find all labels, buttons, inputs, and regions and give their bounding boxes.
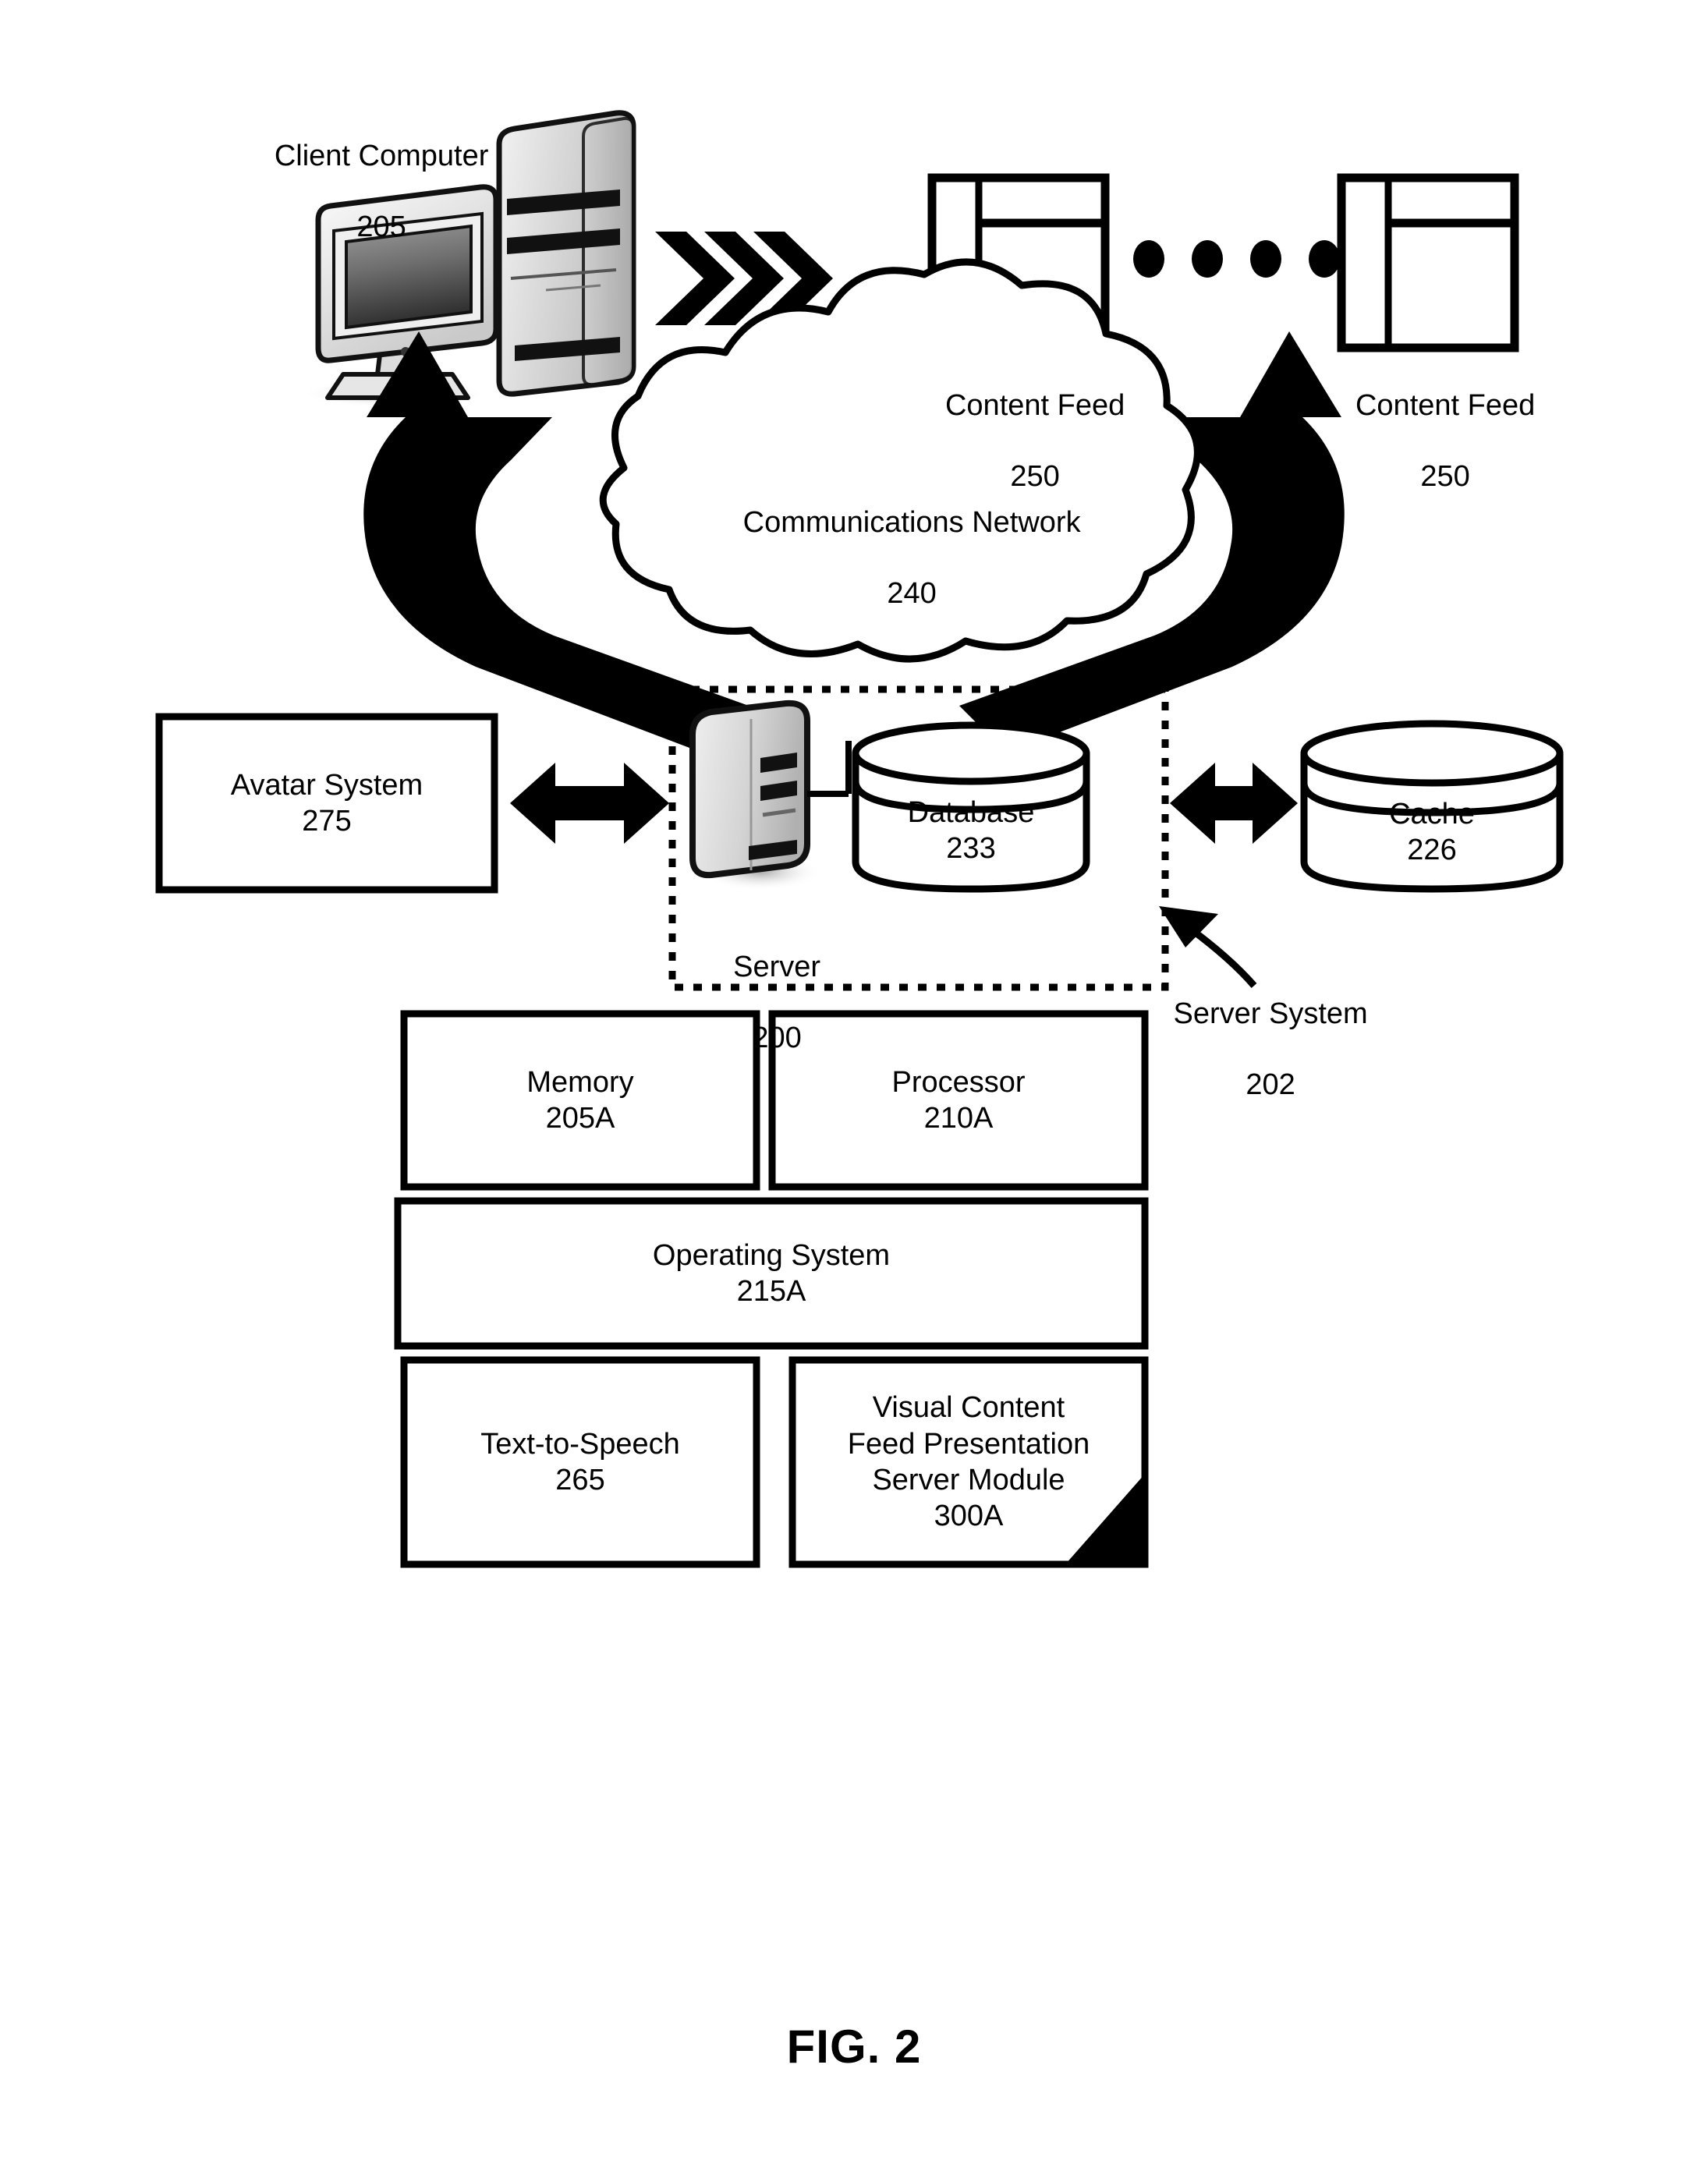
cache-label: Cache 226 (1304, 789, 1560, 875)
avatar-system-label: Avatar System 275 (159, 717, 494, 890)
server-tower-icon (689, 699, 852, 891)
text-to-speech-label-text: Text-to-Speech (480, 1427, 680, 1461)
avatar-server-double-arrow-icon (510, 763, 669, 844)
content-feed-page-icon-right (1337, 173, 1519, 352)
database-cache-double-arrow-icon (1170, 763, 1298, 844)
operating-system-label-text: Operating System (652, 1238, 891, 1272)
operating-system-ref: 215A (736, 1275, 806, 1308)
content-feed-right-label-text: Content Feed (1355, 388, 1536, 422)
processor-ref: 210A (923, 1102, 994, 1135)
visual-content-module-line3: Server Module (872, 1464, 1065, 1496)
server-system-ref: 202 (1246, 1068, 1295, 1101)
content-feed-left-label-text: Content Feed (944, 388, 1125, 422)
text-to-speech-label: Text-to-Speech 265 (404, 1360, 757, 1564)
figure-caption: FIG. 2 (786, 2020, 922, 2073)
visual-content-module-line1: Visual Content (872, 1391, 1065, 1425)
text-to-speech-ref: 265 (555, 1464, 605, 1496)
memory-label-text: Memory (526, 1065, 634, 1099)
memory-label: Memory 205A (404, 1014, 757, 1187)
operating-system-label: Operating System 215A (398, 1201, 1145, 1346)
client-computer-ref: 205 (356, 210, 406, 243)
ellipsis-dots-icon (1133, 240, 1340, 278)
content-feed-right-ref: 250 (1420, 459, 1470, 493)
content-feed-right-label: Content Feed 250 (1288, 352, 1569, 530)
avatar-system-ref: 275 (302, 805, 352, 838)
cache-label-text: Cache (1389, 797, 1475, 831)
visual-content-module-label: Visual Content Feed Presentation Server … (792, 1360, 1145, 1564)
client-computer-label-text: Client Computer (274, 139, 489, 172)
database-ref: 233 (946, 832, 996, 865)
avatar-system-label-text: Avatar System (230, 768, 423, 802)
database-label-text: Database (907, 795, 1035, 829)
cache-ref: 226 (1407, 834, 1457, 866)
communications-network-ref: 240 (887, 576, 937, 610)
memory-ref: 205A (545, 1102, 615, 1135)
processor-label-text: Processor (891, 1065, 1026, 1099)
client-computer-label: Client Computer 205 (225, 103, 505, 281)
processor-label: Processor 210A (772, 1014, 1145, 1187)
communications-network-label: Communications Network 240 (657, 469, 1133, 647)
database-label: Database 233 (856, 788, 1086, 873)
visual-content-module-ref: 300A (934, 1500, 1004, 1533)
server-label-text: Server (733, 950, 821, 983)
server-system-label-text: Server System (1173, 997, 1368, 1030)
communications-network-label-text: Communications Network (742, 505, 1081, 539)
visual-content-module-line2: Feed Presentation (847, 1427, 1090, 1461)
patent-figure-2: Client Computer 205 Content Feed 250 Con… (0, 0, 1708, 2171)
